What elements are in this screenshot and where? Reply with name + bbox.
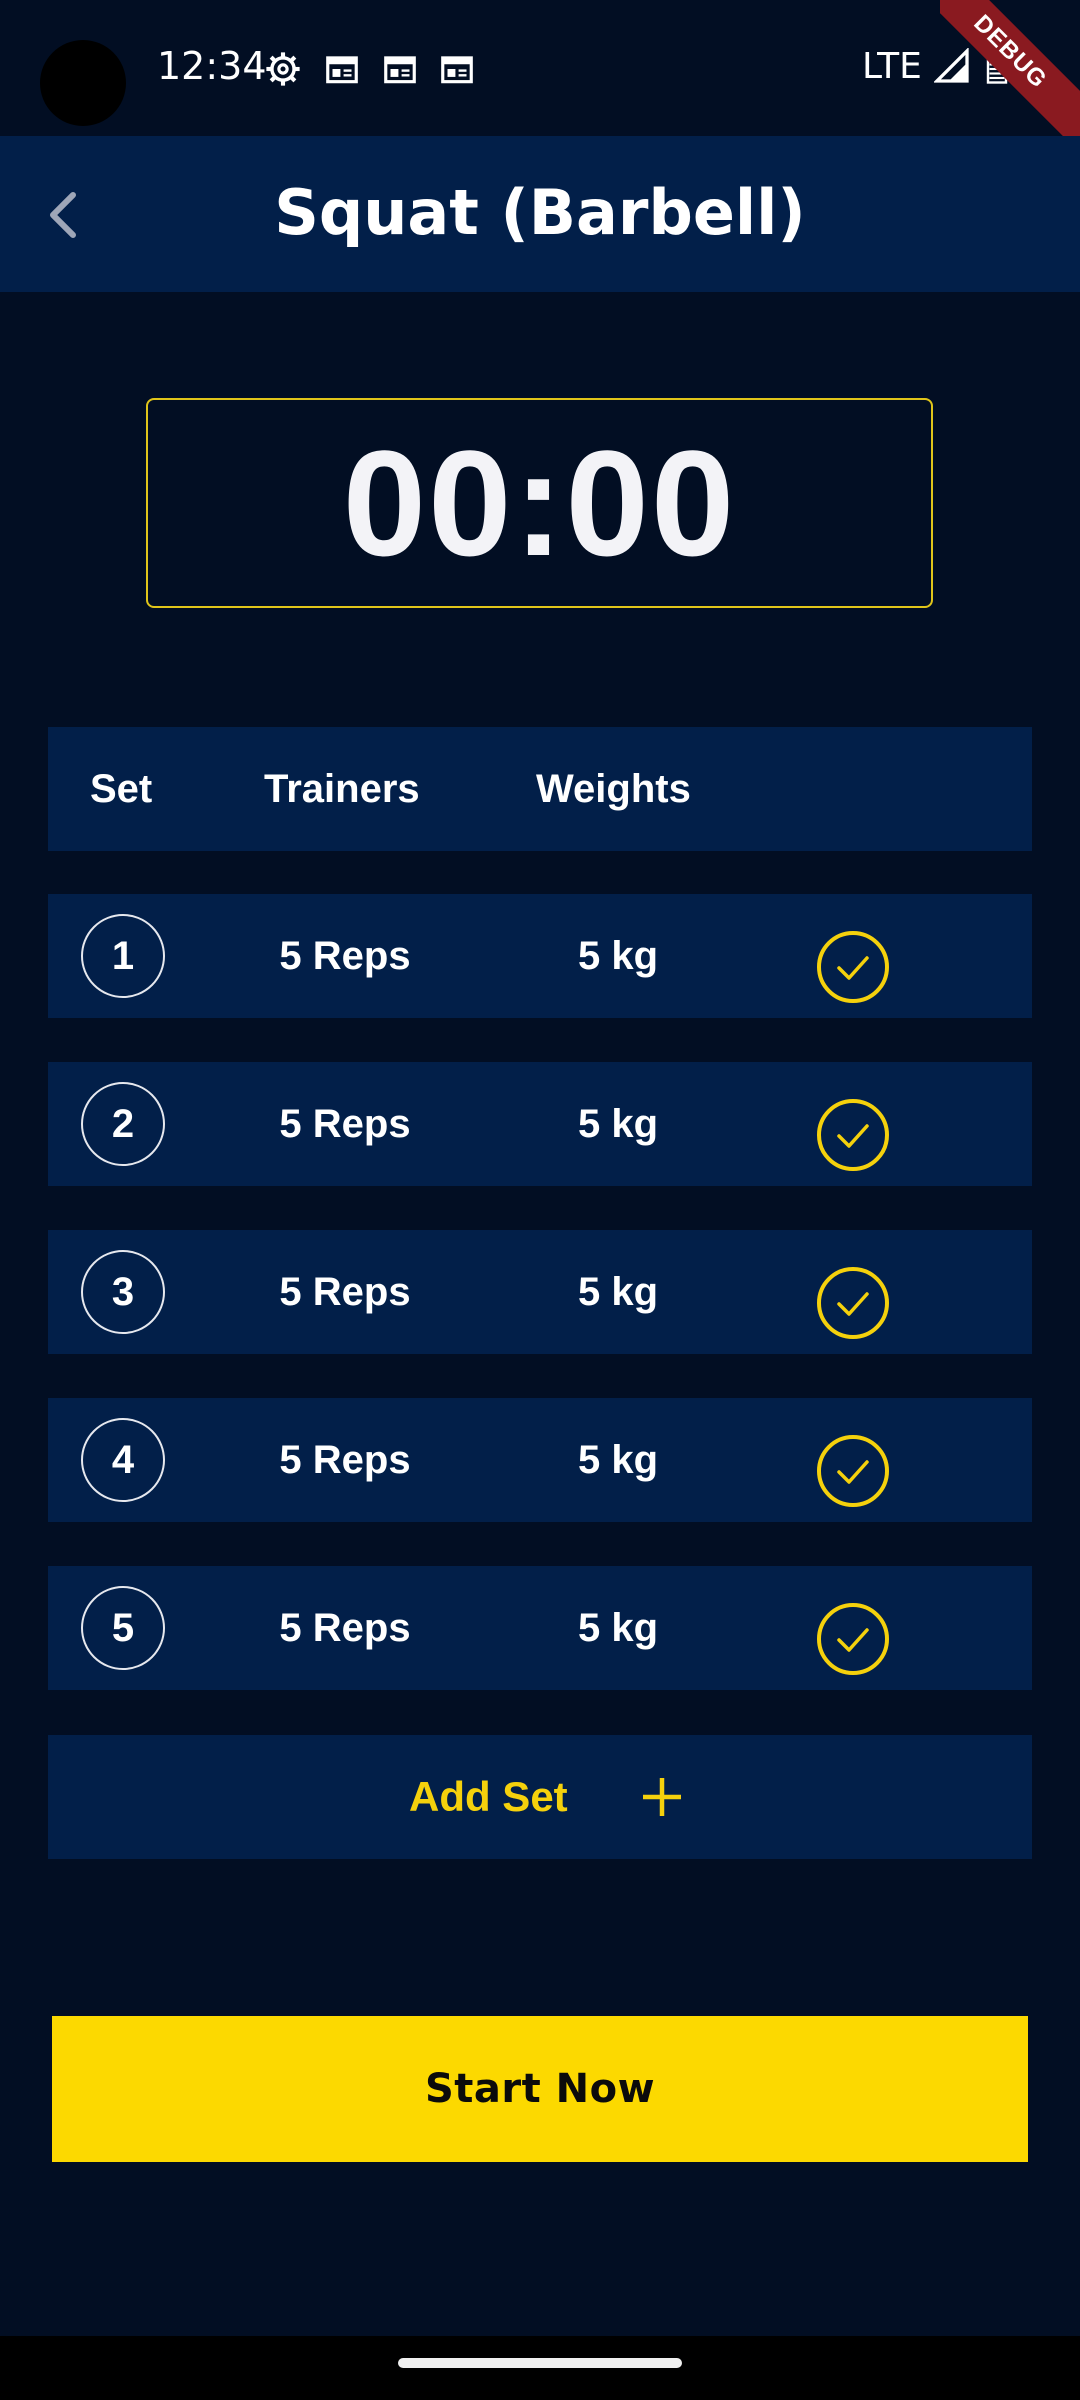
timer-value: 00:00 xyxy=(342,418,737,587)
set-row: 1 5 Reps 5 kg xyxy=(48,894,1032,1018)
camera-cutout xyxy=(40,40,126,126)
sets-table-header: Set Trainers Weights xyxy=(48,727,1032,851)
calendar-icon xyxy=(384,56,416,84)
page-title: Squat (Barbell) xyxy=(274,176,806,249)
plus-icon xyxy=(643,1778,681,1816)
set-reps: 5 Reps xyxy=(279,1270,411,1314)
debug-banner-label: DEBUG xyxy=(940,0,1080,140)
calendar-icon xyxy=(326,56,358,84)
set-reps: 5 Reps xyxy=(279,1606,411,1650)
set-row: 5 5 Reps 5 kg xyxy=(48,1566,1032,1690)
check-circle-icon[interactable] xyxy=(816,1266,890,1340)
header-weights: Weights xyxy=(536,767,691,811)
set-weight: 5 kg xyxy=(577,1102,659,1146)
status-time: 12:34 xyxy=(157,44,267,88)
header-trainers: Trainers xyxy=(264,767,420,811)
set-number-badge: 3 xyxy=(81,1250,165,1334)
set-number-badge: 1 xyxy=(81,914,165,998)
set-row: 2 5 Reps 5 kg xyxy=(48,1062,1032,1186)
set-number-badge: 2 xyxy=(81,1082,165,1166)
app-bar: Squat (Barbell) xyxy=(0,136,1080,292)
start-now-button[interactable]: Start Now xyxy=(52,2016,1028,2162)
network-type: LTE xyxy=(862,46,922,87)
set-row: 3 5 Reps 5 kg xyxy=(48,1230,1032,1354)
status-bar: 12:34 LTE DEBUG xyxy=(0,0,1080,140)
check-circle-icon[interactable] xyxy=(816,930,890,1004)
add-set-button[interactable]: Add Set xyxy=(48,1735,1032,1859)
debug-banner: DEBUG xyxy=(940,0,1080,140)
add-set-label: Add Set xyxy=(409,1773,568,1820)
set-reps: 5 Reps xyxy=(279,1438,411,1482)
set-weight: 5 kg xyxy=(577,1606,659,1650)
settings-gear-icon xyxy=(266,52,300,86)
check-circle-icon[interactable] xyxy=(816,1098,890,1172)
set-reps: 5 Reps xyxy=(279,934,411,978)
set-weight: 5 kg xyxy=(577,1270,659,1314)
calendar-icon xyxy=(441,56,473,84)
check-circle-icon[interactable] xyxy=(816,1602,890,1676)
timer-display: 00:00 xyxy=(146,398,933,608)
set-weight: 5 kg xyxy=(577,934,659,978)
set-row: 4 5 Reps 5 kg xyxy=(48,1398,1032,1522)
start-now-label: Start Now xyxy=(424,2066,656,2112)
home-indicator[interactable] xyxy=(398,2358,682,2368)
check-circle-icon[interactable] xyxy=(816,1434,890,1508)
set-weight: 5 kg xyxy=(577,1438,659,1482)
header-set: Set xyxy=(90,767,153,811)
set-number-badge: 4 xyxy=(81,1418,165,1502)
set-reps: 5 Reps xyxy=(279,1102,411,1146)
set-number-badge: 5 xyxy=(81,1586,165,1670)
system-nav-bar xyxy=(0,2336,1080,2400)
